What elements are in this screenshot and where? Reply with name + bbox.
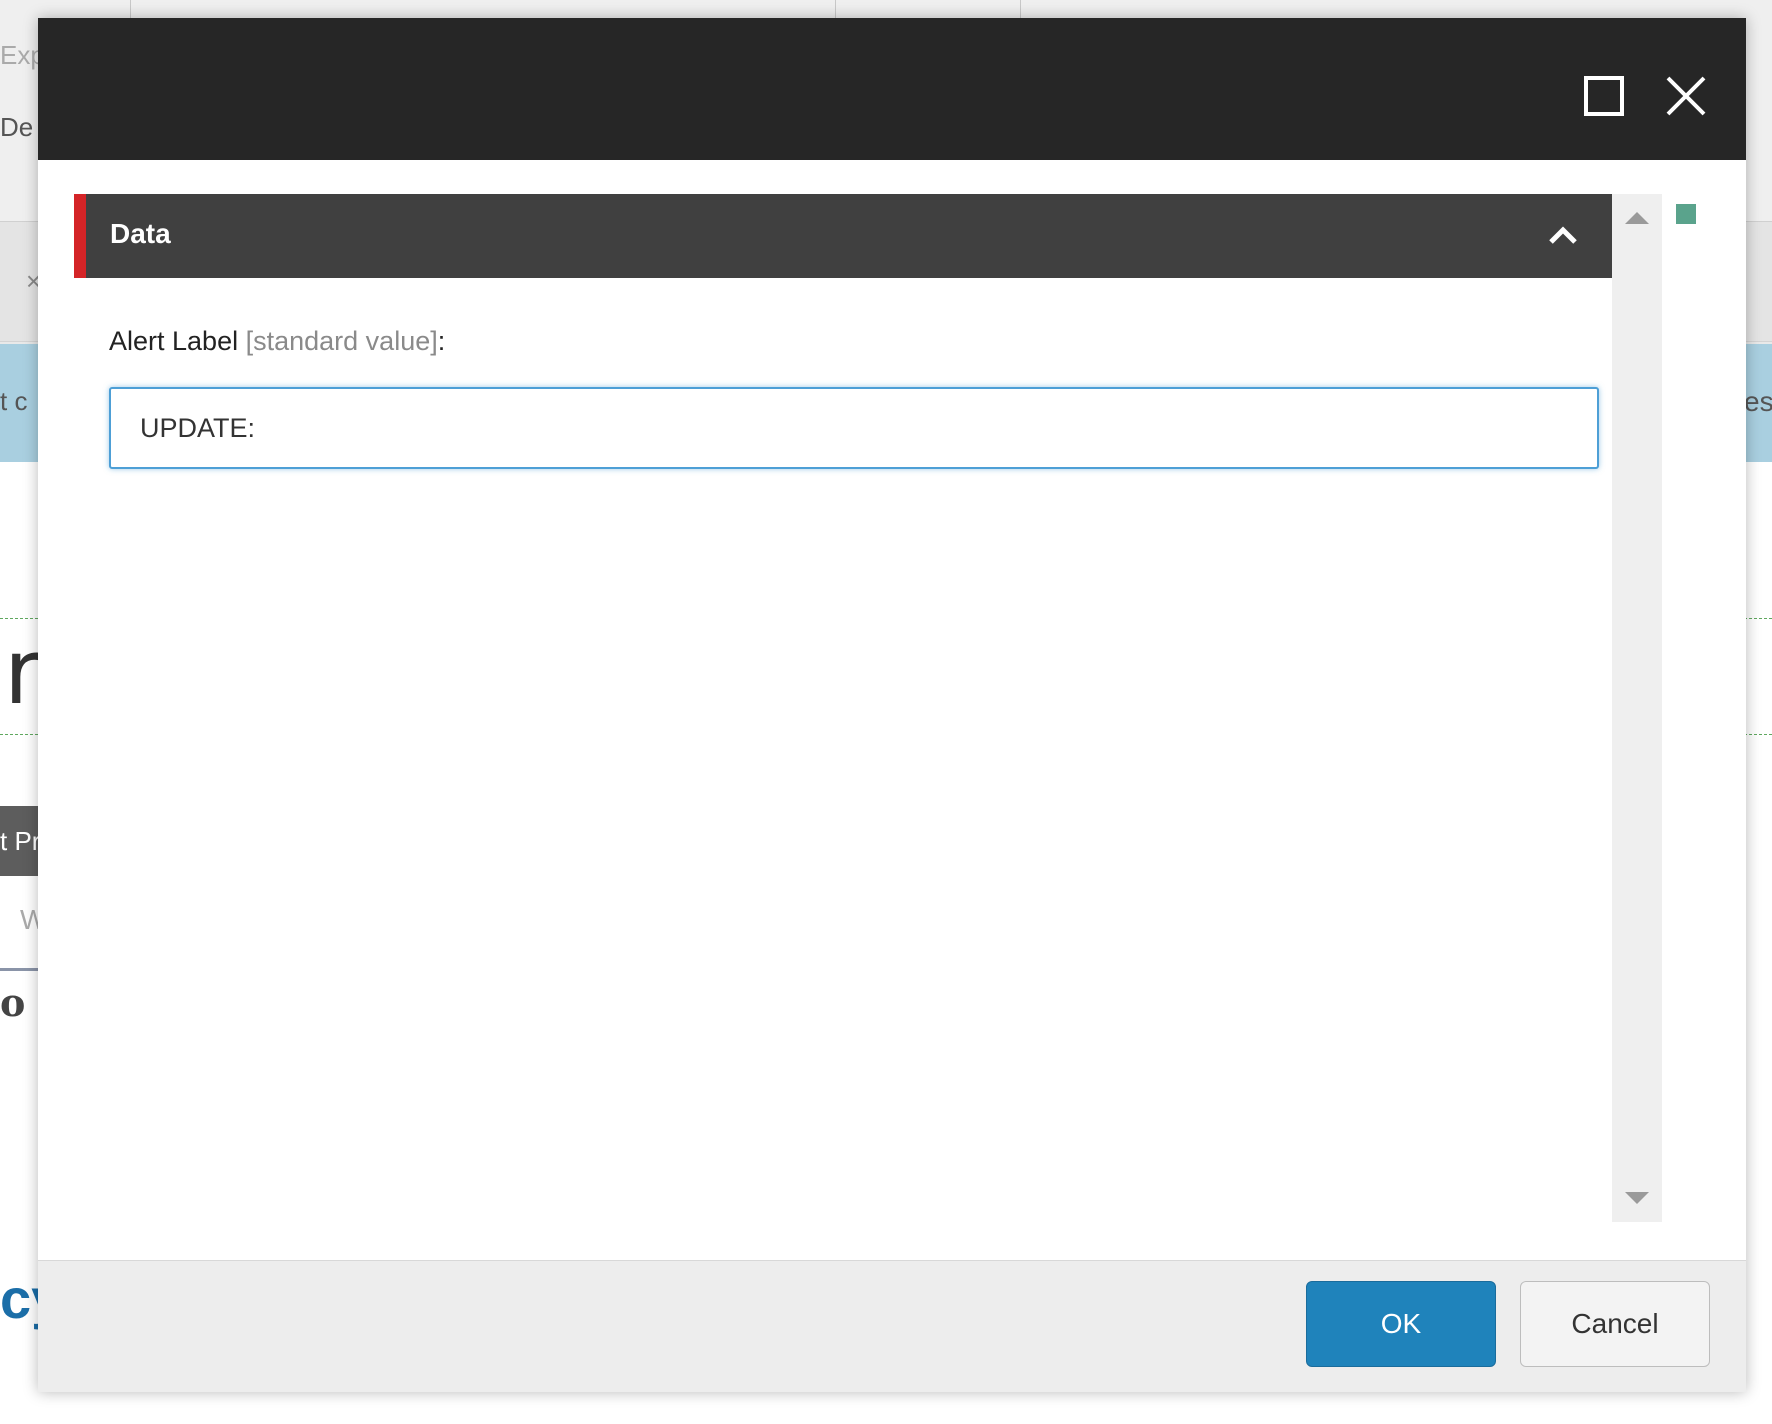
data-section-header[interactable]: Data	[74, 194, 1612, 278]
background-text: t Pr	[0, 826, 41, 856]
close-icon	[1666, 76, 1706, 116]
close-button[interactable]	[1660, 70, 1712, 122]
edit-item-dialog: Data Alert Label [standard value]: OK Ca…	[38, 18, 1746, 1392]
field-label-colon: :	[437, 326, 446, 356]
alert-label-input[interactable]	[109, 387, 1599, 469]
maximize-icon	[1584, 76, 1624, 116]
scroll-down-arrow-icon[interactable]	[1625, 1192, 1649, 1204]
validation-status-icon	[1676, 204, 1696, 224]
background-text: t c	[0, 386, 28, 416]
content-scrollbar[interactable]	[1612, 194, 1662, 1222]
scroll-up-arrow-icon[interactable]	[1625, 212, 1649, 224]
dialog-titlebar	[38, 18, 1746, 160]
background-divider	[835, 0, 836, 18]
maximize-button[interactable]	[1578, 70, 1630, 122]
background-divider	[130, 0, 131, 18]
background-text: es	[1744, 386, 1772, 417]
background-text: o	[0, 980, 26, 1025]
background-heading-text: r	[4, 620, 42, 725]
section-title: Data	[110, 218, 171, 249]
dialog-content: Data Alert Label [standard value]:	[38, 160, 1746, 1278]
alert-label-field-label: Alert Label [standard value]:	[109, 326, 445, 357]
cancel-button[interactable]: Cancel	[1520, 1281, 1710, 1367]
dialog-footer: OK Cancel	[38, 1260, 1746, 1392]
background-underline	[0, 968, 38, 971]
background-text: De	[0, 112, 34, 142]
background-tab: t Pr	[0, 806, 41, 876]
chevron-up-icon	[1549, 226, 1577, 244]
standard-value-hint: [standard value]	[245, 326, 438, 356]
background-divider	[1020, 0, 1021, 18]
ok-button[interactable]: OK	[1306, 1281, 1496, 1367]
field-label-text: Alert Label	[109, 326, 239, 356]
